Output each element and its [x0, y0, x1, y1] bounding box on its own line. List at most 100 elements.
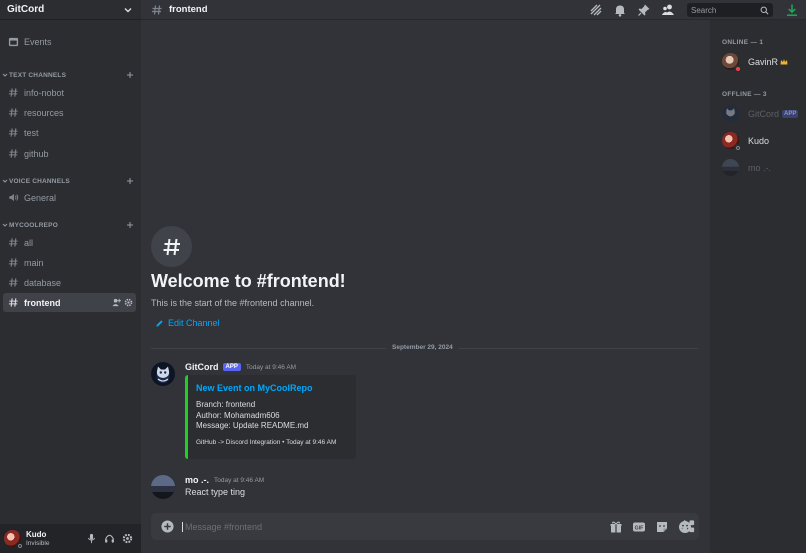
category-text-channels[interactable]: TEXT CHANNELS [2, 71, 134, 79]
member-name: GitCord [748, 108, 780, 119]
chevron-down-icon [124, 7, 132, 12]
embed-title[interactable]: New Event on MyCoolRepo [196, 383, 348, 393]
channel-main[interactable]: main [3, 253, 136, 272]
message-embed: New Event on MyCoolRepo Branch: frontend… [185, 375, 356, 459]
pin-icon[interactable] [637, 3, 651, 17]
user-status: Invisible [26, 540, 50, 547]
channel-github[interactable]: github [3, 144, 136, 163]
message-content: React type ting [185, 487, 246, 497]
gear-icon[interactable] [122, 533, 133, 544]
hash-icon [163, 238, 180, 255]
date-divider-label: September 29, 2024 [386, 344, 459, 351]
channel-label: github [24, 148, 49, 159]
channel-label: all [24, 237, 34, 248]
message-composer: GIF [151, 513, 699, 540]
member-name: Kudo [748, 135, 770, 146]
microphone-icon[interactable] [86, 533, 97, 544]
member-item[interactable]: GavinR [722, 53, 788, 72]
edit-channel-label: Edit Channel [168, 318, 220, 328]
plus-icon[interactable] [126, 221, 134, 229]
channel-label: test [24, 127, 39, 138]
channel-label: main [24, 257, 44, 268]
chevron-down-icon [2, 223, 8, 227]
user-name: Kudo [26, 530, 47, 539]
channel-label: resources [24, 107, 64, 118]
events-item[interactable]: Events [3, 32, 136, 51]
search-icon [760, 6, 769, 14]
message-header: GitCord APP Today at 9:46 AM [185, 362, 296, 372]
channel-title: frontend [169, 4, 208, 15]
message-timestamp: Today at 9:46 AM [214, 476, 265, 484]
gitcord-cat-logo [156, 366, 170, 382]
hash-icon [8, 258, 18, 267]
message-author[interactable]: mo .-. [185, 475, 209, 485]
category-mycoolrepo[interactable]: MYCOOLREPO [2, 221, 134, 229]
bell-icon[interactable] [613, 3, 627, 17]
channel-test[interactable]: test [3, 123, 136, 142]
category-label: MYCOOLREPO [9, 221, 58, 229]
channel-database[interactable]: database [3, 273, 136, 292]
speaker-icon [9, 193, 19, 202]
channel-resources[interactable]: resources [3, 103, 136, 122]
hash-icon [8, 128, 18, 137]
member-item[interactable]: GitCord APP [722, 105, 799, 122]
category-label: VOICE CHANNELS [9, 177, 70, 185]
avatar[interactable] [4, 530, 23, 549]
channel-info-nobot[interactable]: info-nobot [3, 83, 136, 102]
channel-all[interactable]: all [3, 233, 136, 252]
avatar[interactable] [151, 475, 175, 499]
hash-icon [152, 4, 162, 15]
dnd-status-icon [734, 65, 741, 72]
message-input[interactable] [182, 521, 562, 532]
member-item[interactable]: mo .-. [722, 159, 771, 176]
channel-label: General [24, 192, 57, 203]
channel-header: frontend [141, 0, 806, 20]
headphones-icon[interactable] [104, 533, 115, 544]
embed-field: Message: Update README.md [196, 421, 309, 430]
embed-field: Branch: frontend [196, 400, 256, 409]
avatar[interactable] [151, 362, 175, 386]
apps-button[interactable] [675, 513, 702, 540]
gift-icon[interactable] [609, 520, 623, 534]
offline-status-icon [734, 144, 741, 151]
plus-icon[interactable] [126, 71, 134, 79]
member-name: mo .-. [748, 162, 772, 173]
hash-icon [8, 238, 18, 247]
edit-channel-link[interactable]: Edit Channel [155, 318, 220, 328]
channel-label: database [24, 277, 62, 288]
message-author[interactable]: GitCord [185, 362, 219, 372]
welcome-subtitle: This is the start of the #frontend chann… [151, 298, 315, 308]
create-invite-icon[interactable] [112, 298, 121, 307]
member-item[interactable]: Kudo [722, 132, 770, 151]
avatar [722, 132, 741, 151]
server-name: GitCord [7, 4, 45, 15]
message-timestamp: Today at 9:46 AM [245, 363, 297, 371]
threads-icon[interactable] [589, 3, 603, 17]
hash-icon [8, 278, 18, 287]
apps-icon [682, 519, 695, 533]
download-icon[interactable] [785, 3, 799, 17]
crown-icon [780, 58, 788, 64]
embed-field: Author: Mohamadm606 [196, 410, 280, 420]
server-header[interactable]: GitCord [0, 0, 141, 20]
gif-icon[interactable]: GIF [632, 520, 646, 534]
plus-icon[interactable] [126, 177, 134, 185]
avatar [722, 105, 739, 122]
pencil-icon [156, 319, 163, 327]
channel-sidebar: GitCord Events TEXT CHANNELS info-nobot … [0, 0, 141, 553]
channel-label: info-nobot [24, 87, 65, 98]
app-badge: APP [222, 363, 241, 371]
hash-icon [8, 108, 18, 117]
member-list-icon[interactable] [661, 3, 675, 17]
category-voice-channels[interactable]: VOICE CHANNELS [2, 177, 134, 185]
search-input[interactable] [691, 5, 757, 15]
channel-general-voice[interactable]: General [3, 188, 136, 207]
search-box[interactable] [687, 3, 773, 17]
events-label: Events [24, 36, 52, 47]
gear-icon[interactable] [124, 298, 133, 307]
add-attachment-icon[interactable] [161, 520, 174, 533]
sticker-icon[interactable] [655, 520, 669, 534]
channel-frontend[interactable]: frontend [3, 293, 136, 312]
offline-header: OFFLINE — 3 [722, 91, 767, 98]
user-info[interactable]: Kudo Invisible [26, 530, 49, 547]
